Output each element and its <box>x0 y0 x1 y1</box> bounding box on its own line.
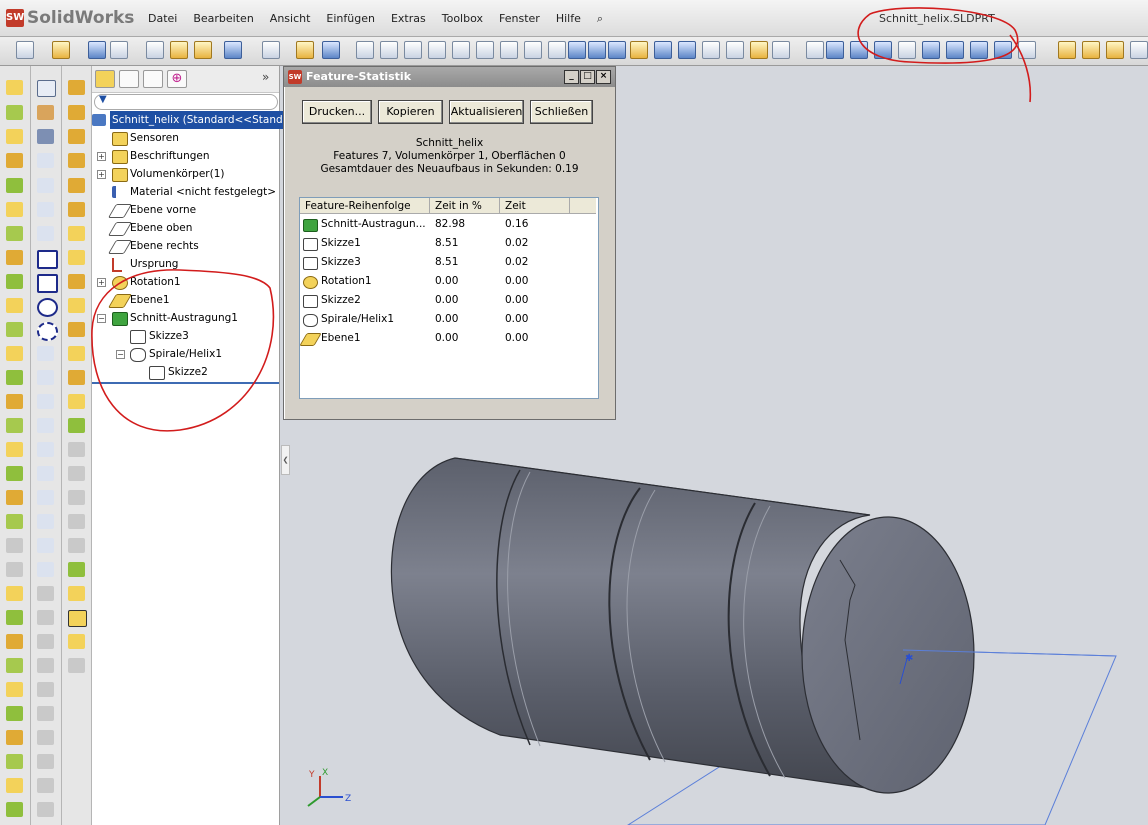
table-row[interactable]: Skizze1 8.51 0.02 <box>300 234 596 253</box>
row-feature-name: Skizze3 <box>321 256 361 268</box>
sw-dialog-icon: SW <box>288 70 302 84</box>
part-name: Schnitt_helix <box>415 137 484 149</box>
statistics-summary: Features 7, Volumenkörper 1, Oberflächen… <box>333 150 566 162</box>
column-header-feature-order[interactable]: Feature-Reihenfolge <box>300 198 430 214</box>
sketch-icon <box>303 295 318 308</box>
table-row[interactable]: Skizze3 8.51 0.02 <box>300 253 596 272</box>
row-feature-name: Rotation1 <box>321 275 372 287</box>
row-time-percent: 8.51 <box>435 256 459 268</box>
row-feature-name: Schnitt-Austragun... <box>321 218 426 230</box>
svg-text:✱: ✱ <box>905 653 913 664</box>
triad-y-label: Y <box>308 770 315 780</box>
close-button[interactable]: Schließen <box>530 100 593 124</box>
row-time-percent: 0.00 <box>435 275 459 287</box>
update-button[interactable]: Aktualisieren <box>449 100 524 124</box>
row-time: 0.16 <box>505 218 529 230</box>
print-button[interactable]: Drucken... <box>302 100 372 124</box>
table-row[interactable]: Ebene1 0.00 0.00 <box>299 329 596 348</box>
plane-icon <box>299 333 322 346</box>
swept-cut-icon <box>303 219 318 232</box>
table-row[interactable]: Skizze2 0.00 0.00 <box>300 291 596 310</box>
row-time-percent: 8.51 <box>435 237 459 249</box>
row-time: 0.00 <box>505 275 529 287</box>
feature-statistics-table[interactable]: Feature-Reihenfolge Zeit in % Zeit Schni… <box>299 197 599 399</box>
axis-triad: Y Z X <box>307 768 351 807</box>
row-time-percent: 0.00 <box>435 294 459 306</box>
annotation-circle-toolbar <box>857 7 1019 64</box>
row-feature-name: Ebene1 <box>321 332 361 344</box>
rebuild-time: Gesamtdauer des Neuaufbaus in Sekunden: … <box>320 163 579 175</box>
annotation-circle-tree <box>91 269 275 432</box>
row-time: 0.00 <box>505 313 529 325</box>
row-time-percent: 0.00 <box>435 332 459 344</box>
row-time: 0.00 <box>505 332 529 344</box>
table-row[interactable]: Schnitt-Austragun... 82.98 0.16 <box>300 215 596 234</box>
column-header-empty <box>570 198 596 214</box>
triad-x-label: X <box>322 768 328 778</box>
row-time-percent: 0.00 <box>435 313 459 325</box>
row-time: 0.02 <box>505 256 529 268</box>
dialog-title-bar[interactable]: SW Feature-Statistik _ □ × <box>284 67 615 87</box>
row-time: 0.00 <box>505 294 529 306</box>
panel-collapse-handle[interactable]: ❮ <box>281 445 290 475</box>
table-row[interactable]: Rotation1 0.00 0.00 <box>300 272 596 291</box>
row-time-percent: 82.98 <box>435 218 466 230</box>
revolve-icon <box>303 276 318 289</box>
row-feature-name: Spirale/Helix1 <box>321 313 394 325</box>
sketch-icon <box>303 257 318 270</box>
maximize-icon[interactable]: □ <box>580 70 595 84</box>
row-feature-name: Skizze1 <box>321 237 361 249</box>
row-feature-name: Skizze2 <box>321 294 361 306</box>
cylinder-end-face[interactable] <box>801 516 975 794</box>
sketch-icon <box>303 238 318 251</box>
column-header-time[interactable]: Zeit <box>500 198 570 214</box>
dialog-title: Feature-Statistik <box>306 70 412 83</box>
helix-icon <box>303 314 318 327</box>
copy-button[interactable]: Kopieren <box>378 100 443 124</box>
table-row[interactable]: Spirale/Helix1 0.00 0.00 <box>300 310 596 329</box>
feature-statistics-dialog: SW Feature-Statistik _ □ × Drucken... Ko… <box>283 66 616 420</box>
triad-z-label: Z <box>345 794 351 804</box>
column-header-time-percent[interactable]: Zeit in % <box>430 198 500 214</box>
row-time: 0.02 <box>505 237 529 249</box>
close-icon[interactable]: × <box>596 70 611 84</box>
minimize-icon[interactable]: _ <box>564 70 579 84</box>
